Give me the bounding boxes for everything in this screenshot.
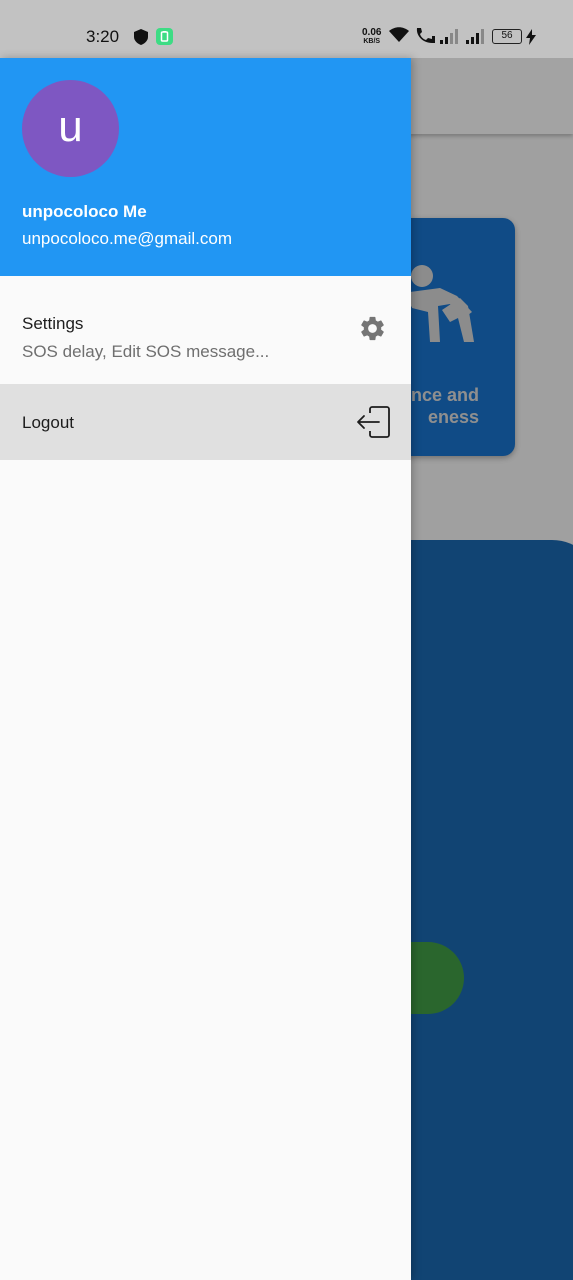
net-speed: 0.06 KB/S: [362, 27, 382, 46]
drawer-item-logout[interactable]: Logout: [0, 384, 411, 460]
charging-icon: [526, 29, 536, 45]
status-time: 3:20: [86, 27, 120, 46]
battery-indicator: 56: [492, 29, 522, 44]
settings-title: Settings: [22, 314, 84, 333]
avatar[interactable]: u: [22, 80, 119, 177]
drawer-item-settings[interactable]: Settings SOS delay, Edit SOS message...: [0, 276, 411, 384]
logout-title: Logout: [22, 413, 74, 432]
drawer-header: u unpocoloco Me unpocoloco.me@gmail.com: [0, 58, 411, 276]
signal-icon: [440, 29, 458, 44]
wifi-icon: [389, 27, 409, 42]
battery-saver-icon: [156, 28, 173, 45]
settings-subtitle: SOS delay, Edit SOS message...: [22, 342, 270, 361]
call-icon: [416, 28, 435, 43]
account-email: unpocoloco.me@gmail.com: [22, 229, 233, 248]
account-name: unpocoloco Me: [22, 202, 147, 221]
status-bar: 3:20 0.06 KB/S 56: [0, 0, 573, 58]
signal-icon: [466, 29, 484, 44]
shield-icon: [134, 29, 148, 45]
gear-icon: [361, 316, 384, 341]
logout-icon: [357, 406, 390, 438]
navigation-drawer: u unpocoloco Me unpocoloco.me@gmail.com …: [0, 58, 411, 1280]
